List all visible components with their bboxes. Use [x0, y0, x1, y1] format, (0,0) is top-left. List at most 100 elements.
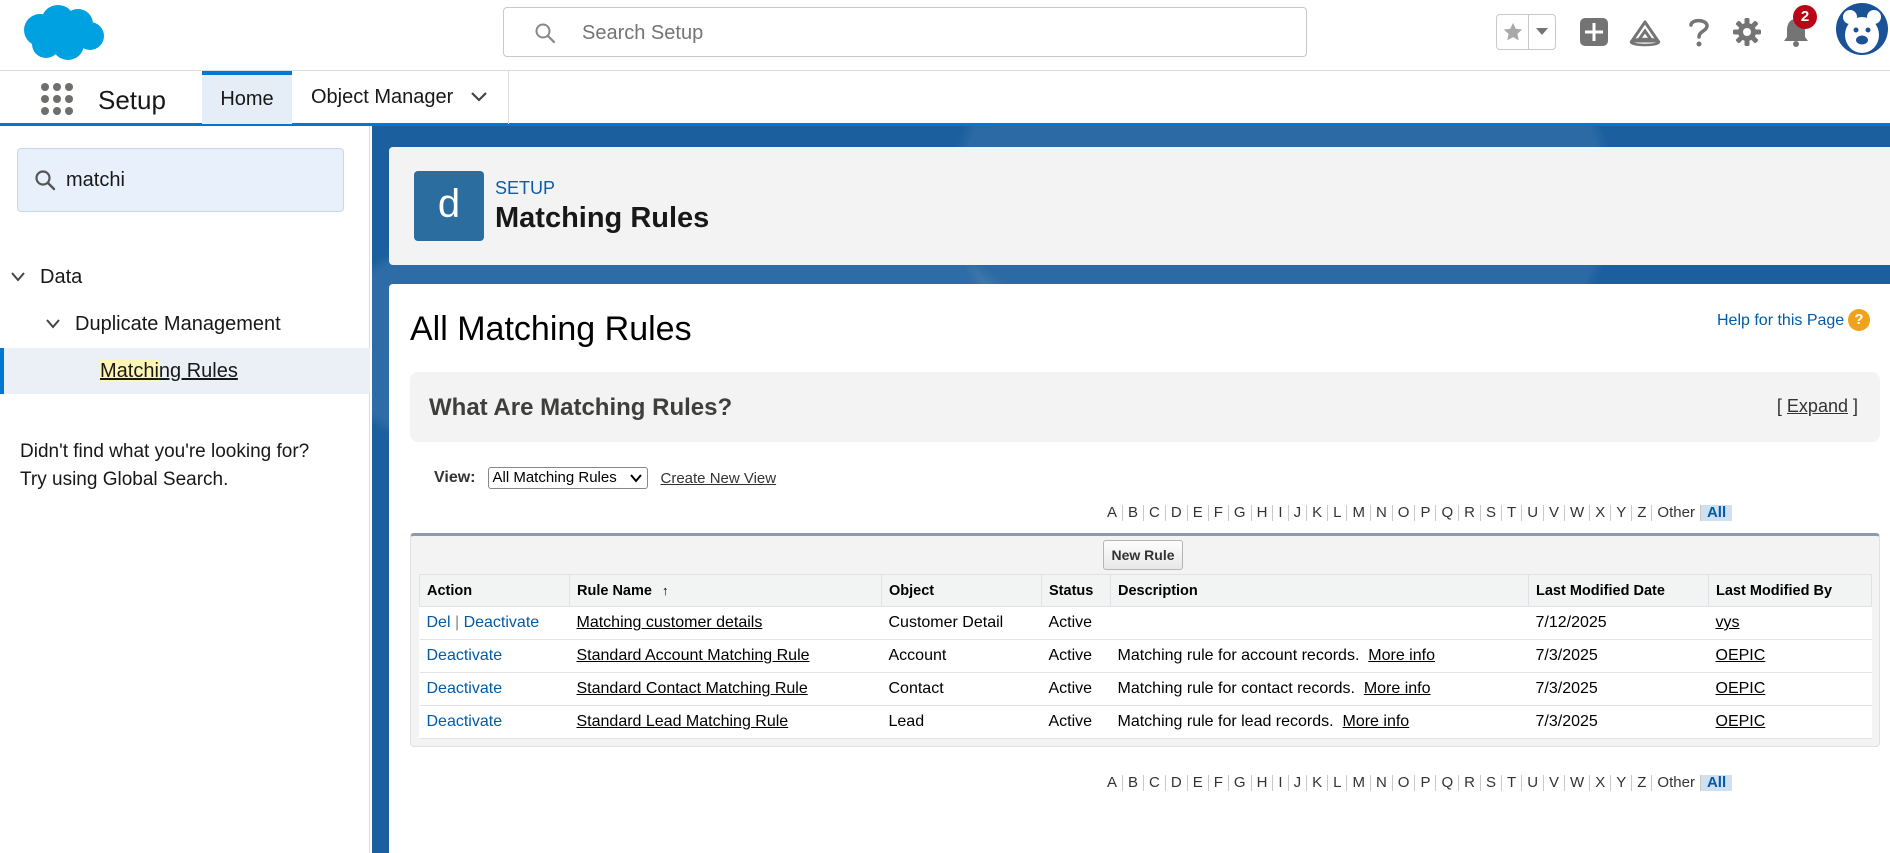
user-avatar[interactable]	[1836, 3, 1888, 55]
alpha-filter-j[interactable]: J	[1289, 775, 1308, 791]
alpha-filter-w[interactable]: W	[1565, 775, 1591, 791]
help-button[interactable]	[1681, 14, 1717, 50]
rule-name-link[interactable]: Standard Account Matching Rule	[577, 647, 810, 664]
alpha-filter-a[interactable]: A	[1102, 505, 1124, 521]
alpha-filter-a[interactable]: A	[1102, 775, 1124, 791]
chevron-down-icon[interactable]	[10, 271, 26, 283]
app-launcher-icon[interactable]	[40, 82, 74, 116]
alpha-filter-g[interactable]: G	[1229, 775, 1252, 791]
expand-link[interactable]: Expand	[1787, 396, 1848, 416]
deactivate-link[interactable]: Deactivate	[464, 614, 540, 631]
alpha-filter-s[interactable]: S	[1481, 775, 1503, 791]
alpha-filter-f[interactable]: F	[1209, 505, 1229, 521]
alpha-filter-h[interactable]: H	[1252, 775, 1274, 791]
alpha-filter-y[interactable]: Y	[1611, 775, 1633, 791]
new-rule-button[interactable]: New Rule	[1103, 540, 1183, 570]
alpha-filter-j[interactable]: J	[1289, 505, 1308, 521]
alpha-filter-e[interactable]: E	[1188, 505, 1209, 521]
tree-item-data[interactable]: Data	[0, 254, 370, 300]
tab-object-manager[interactable]: Object Manager	[293, 71, 509, 124]
alpha-filter-d[interactable]: D	[1166, 505, 1188, 521]
tree-item-duplicate-management[interactable]: Duplicate Management	[0, 301, 370, 347]
alpha-filter-s[interactable]: S	[1481, 505, 1503, 521]
column-header-rule-name[interactable]: Rule Name ↑	[569, 574, 882, 607]
salesforce-logo-icon[interactable]	[18, 2, 108, 62]
help-circle-icon[interactable]: ?	[1848, 309, 1870, 331]
deactivate-link[interactable]: Deactivate	[427, 680, 503, 697]
alpha-filter-c[interactable]: C	[1144, 775, 1166, 791]
alpha-filter-m[interactable]: M	[1347, 775, 1371, 791]
alpha-filter-r[interactable]: R	[1459, 505, 1481, 521]
alpha-filter-b[interactable]: B	[1123, 505, 1145, 521]
setup-gear-button[interactable]	[1729, 14, 1765, 50]
more-info-link[interactable]: More info	[1343, 713, 1410, 730]
global-actions-button[interactable]	[1576, 14, 1612, 50]
alpha-filter-v[interactable]: V	[1544, 505, 1566, 521]
alpha-filter-q[interactable]: Q	[1436, 775, 1460, 791]
modified-by-user-link[interactable]: vys	[1716, 614, 1740, 631]
alpha-filter-v[interactable]: V	[1544, 775, 1566, 791]
rule-name-link[interactable]: Standard Lead Matching Rule	[577, 713, 789, 730]
alpha-filter-c[interactable]: C	[1144, 505, 1166, 521]
chevron-down-icon[interactable]	[45, 318, 61, 330]
more-info-link[interactable]: More info	[1368, 647, 1435, 664]
help-for-this-page-link[interactable]: Help for this Page	[1717, 312, 1844, 330]
alpha-filter-m[interactable]: M	[1347, 505, 1371, 521]
favorites-button[interactable]	[1497, 15, 1529, 49]
modified-by-user-link[interactable]: OEPIC	[1716, 680, 1766, 697]
alpha-filter-k[interactable]: K	[1307, 775, 1329, 791]
alpha-filter-g[interactable]: G	[1229, 505, 1252, 521]
alpha-filter-p[interactable]: P	[1415, 505, 1437, 521]
alpha-filter-y[interactable]: Y	[1611, 505, 1633, 521]
alpha-filter-i[interactable]: I	[1273, 505, 1289, 521]
alpha-filter-r[interactable]: R	[1459, 775, 1481, 791]
alpha-filter-o[interactable]: O	[1393, 775, 1416, 791]
alpha-filter-t[interactable]: T	[1502, 775, 1523, 791]
alpha-filter-e[interactable]: E	[1188, 775, 1209, 791]
rule-name-link[interactable]: Matching customer details	[577, 614, 763, 631]
create-new-view-link[interactable]: Create New View	[661, 470, 777, 487]
alpha-filter-n[interactable]: N	[1371, 505, 1393, 521]
alpha-filter-all[interactable]: All	[1700, 775, 1733, 791]
alpha-filter-x[interactable]: X	[1590, 775, 1612, 791]
alpha-filter-x[interactable]: X	[1590, 505, 1612, 521]
delete-link[interactable]: Del	[427, 614, 451, 631]
tree-item-matching-rules[interactable]: Matching Rules	[0, 348, 370, 394]
alpha-filter-l[interactable]: L	[1328, 775, 1348, 791]
alpha-filter-p[interactable]: P	[1415, 775, 1437, 791]
alpha-filter-n[interactable]: N	[1371, 775, 1393, 791]
trailhead-button[interactable]	[1627, 14, 1663, 50]
alpha-filter-l[interactable]: L	[1328, 505, 1348, 521]
modified-by-user-link[interactable]: OEPIC	[1716, 647, 1766, 664]
setup-search-input[interactable]: Search Setup	[503, 7, 1307, 57]
chevron-down-icon[interactable]	[470, 91, 488, 103]
alpha-filter-f[interactable]: F	[1209, 775, 1229, 791]
deactivate-link[interactable]: Deactivate	[427, 647, 503, 664]
alpha-filter-other[interactable]: Other	[1652, 775, 1701, 791]
view-select[interactable]: All Matching Rules	[487, 467, 648, 489]
alpha-filter-t[interactable]: T	[1502, 505, 1523, 521]
alpha-filter-z[interactable]: Z	[1632, 775, 1653, 791]
alpha-filter-d[interactable]: D	[1166, 775, 1188, 791]
favorites-dropdown-button[interactable]	[1529, 15, 1555, 49]
modified-by-user-link[interactable]: OEPIC	[1716, 713, 1766, 730]
cell-last-modified-date: 7/3/2025	[1528, 672, 1709, 706]
alpha-filter-i[interactable]: I	[1273, 775, 1289, 791]
quick-find-input[interactable]: matchi	[17, 148, 344, 212]
alpha-filter-k[interactable]: K	[1307, 505, 1329, 521]
tree-item-matching-rules-link[interactable]: Matching Rules	[100, 359, 238, 383]
deactivate-link[interactable]: Deactivate	[427, 713, 503, 730]
alpha-filter-b[interactable]: B	[1123, 775, 1145, 791]
alpha-filter-o[interactable]: O	[1393, 505, 1416, 521]
alpha-filter-h[interactable]: H	[1252, 505, 1274, 521]
more-info-link[interactable]: More info	[1364, 680, 1431, 697]
tab-home[interactable]: Home	[202, 71, 292, 124]
alpha-filter-q[interactable]: Q	[1436, 505, 1460, 521]
alpha-filter-w[interactable]: W	[1565, 505, 1591, 521]
alpha-filter-u[interactable]: U	[1522, 775, 1545, 791]
alpha-filter-other[interactable]: Other	[1652, 505, 1701, 521]
alpha-filter-z[interactable]: Z	[1632, 505, 1653, 521]
alpha-filter-u[interactable]: U	[1522, 505, 1545, 521]
alpha-filter-all[interactable]: All	[1700, 505, 1733, 521]
rule-name-link[interactable]: Standard Contact Matching Rule	[577, 680, 808, 697]
